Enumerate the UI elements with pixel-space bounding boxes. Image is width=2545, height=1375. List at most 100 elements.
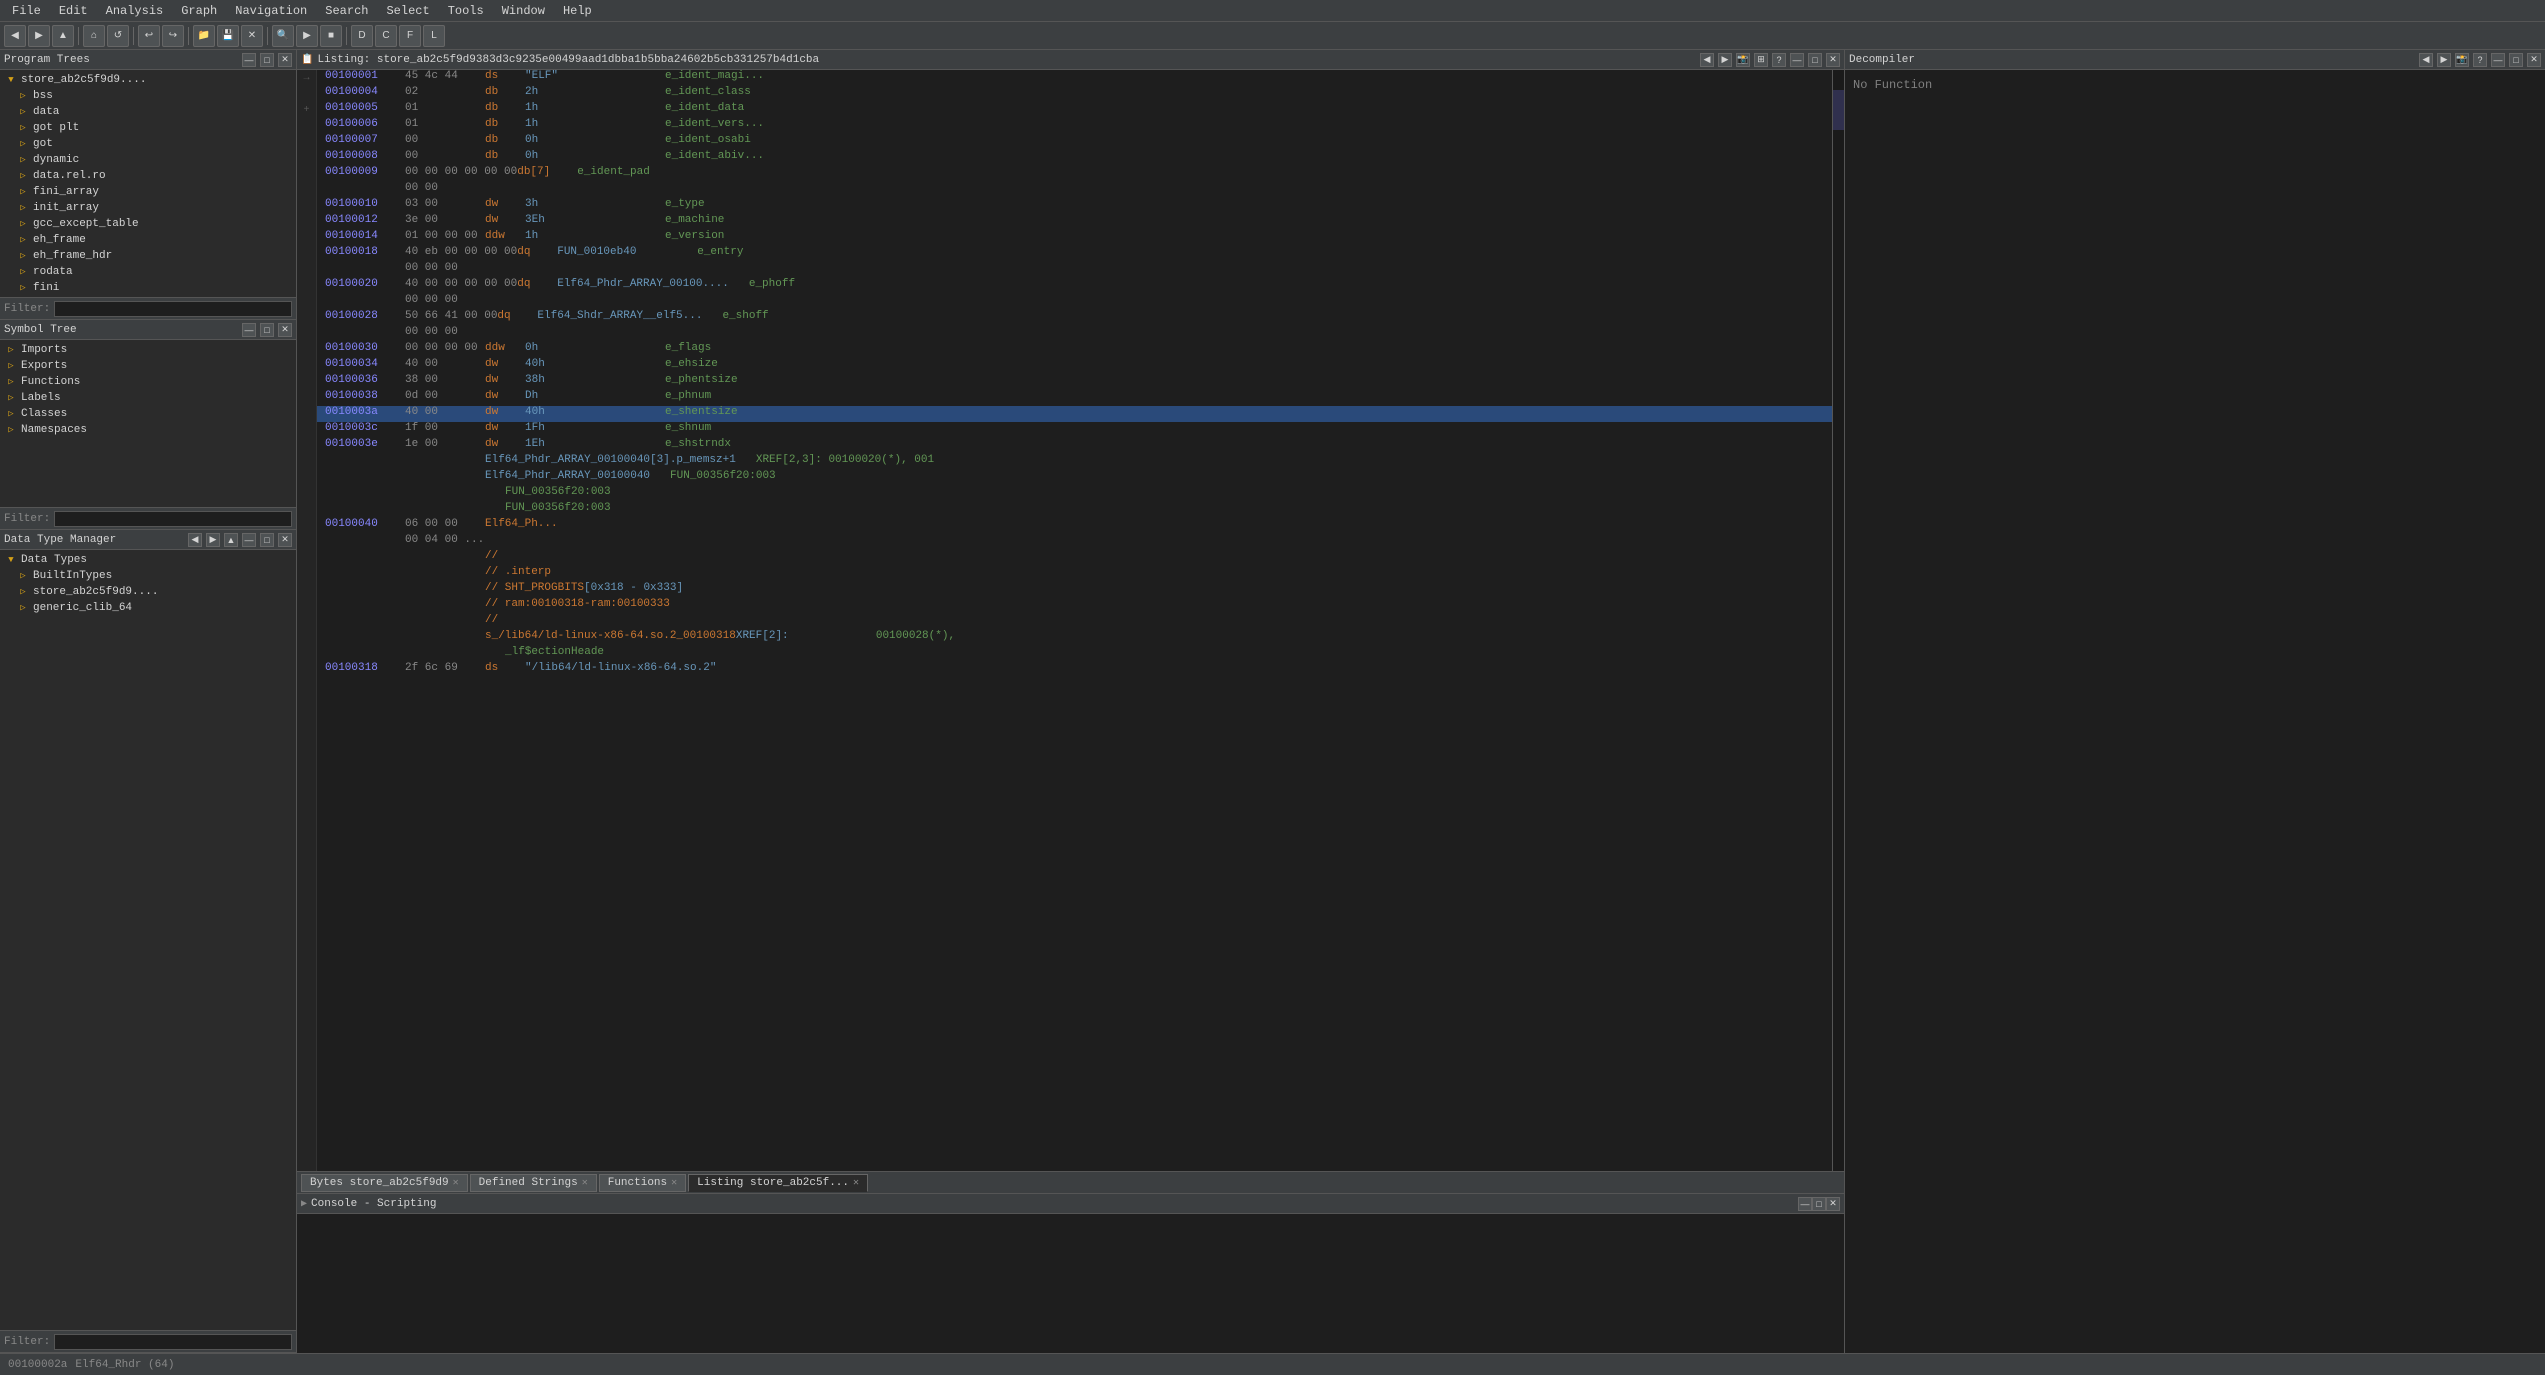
toolbar-forward[interactable]: ▶ [28,25,50,47]
decompiler-snapshot[interactable]: 📸 [2455,53,2469,67]
listing-help[interactable]: ? [1772,53,1786,67]
data-type-item[interactable]: ▼Data Types [0,552,296,568]
console-max[interactable]: □ [1812,1197,1826,1211]
program-trees-content[interactable]: ▼store_ab2c5f9d9....▷bss▷data▷got plt▷go… [0,70,296,297]
program-trees-filter-input[interactable] [54,301,292,317]
program-tree-item[interactable]: ▷got [0,136,296,152]
listing-nav-back[interactable]: ◀ [1700,53,1714,67]
menu-edit[interactable]: Edit [51,2,96,20]
decompiler-max[interactable]: □ [2509,53,2523,67]
tab-close-icon[interactable]: ✕ [582,1177,588,1189]
toolbar-close[interactable]: ✕ [241,25,263,47]
symbol-tree-max[interactable]: □ [260,323,274,337]
menu-file[interactable]: File [4,2,49,20]
listing-tab[interactable]: Defined Strings✕ [470,1174,597,1192]
symbol-tree-item[interactable]: ▷Labels [0,390,296,406]
symbol-tree-item[interactable]: ▷Imports [0,342,296,358]
console-close[interactable]: ✕ [1826,1197,1840,1211]
program-tree-item[interactable]: ▷rodata [0,264,296,280]
code-line[interactable]: 0010003000 00 00 00ddw 0he_flags [317,342,1832,358]
toolbar-save[interactable]: 💾 [217,25,239,47]
symbol-tree-item[interactable]: ▷Classes [0,406,296,422]
code-line[interactable]: // .interp [317,566,1832,582]
menu-analysis[interactable]: Analysis [98,2,172,20]
code-line[interactable]: 0010002040 00 00 00 00 00dq Elf64_Phdr_A… [317,278,1832,294]
code-line[interactable]: 00 00 00 [317,294,1832,310]
program-trees-min[interactable]: — [242,53,256,67]
program-tree-item[interactable]: ▷fini [0,280,296,296]
console-content[interactable] [297,1214,1844,1353]
code-line[interactable]: 00 00 00 [317,326,1832,342]
listing-tab[interactable]: Functions✕ [599,1174,686,1192]
code-line[interactable]: // [317,550,1832,566]
symbol-tree-filter-input[interactable] [54,511,292,527]
code-line[interactable]: 001000380d 00dw Dhe_phnum [317,390,1832,406]
code-line[interactable]: 00 00 [317,182,1832,198]
symbol-tree-item[interactable]: ▷Exports [0,358,296,374]
code-area[interactable]: 0010000145 4c 44ds "ELF"e_ident_magi...0… [317,70,1832,1171]
toolbar-open[interactable]: 📁 [193,25,215,47]
listing-close[interactable]: ✕ [1826,53,1840,67]
listing-snapshot[interactable]: 📸 [1736,53,1750,67]
code-line[interactable]: 0010003e1e 00dw 1Ehe_shstrndx [317,438,1832,454]
toolbar-redo[interactable]: ↪ [162,25,184,47]
code-line[interactable]: 0010003c1f 00dw 1Fhe_shnum [317,422,1832,438]
tab-close-icon[interactable]: ✕ [671,1177,677,1189]
code-line[interactable]: 00 04 00 ... [317,534,1832,550]
menu-select[interactable]: Select [378,2,437,20]
listing-nav-fwd[interactable]: ▶ [1718,53,1732,67]
toolbar-function[interactable]: F [399,25,421,47]
code-line[interactable]: Elf64_Phdr_ARRAY_00100040[3].p_memsz+1XR… [317,454,1832,470]
decompiler-nav-back[interactable]: ◀ [2419,53,2433,67]
symbol-tree-item[interactable]: ▷Namespaces [0,422,296,438]
program-tree-item[interactable]: ▷eh_frame_hdr [0,248,296,264]
code-line[interactable]: 0010000145 4c 44ds "ELF"e_ident_magi... [317,70,1832,86]
code-line[interactable]: 0010000402db 2he_ident_class [317,86,1832,102]
data-type-close[interactable]: ✕ [278,533,292,547]
code-line[interactable]: 0010003440 00dw 40he_ehsize [317,358,1832,374]
toolbar-decompile[interactable]: C [375,25,397,47]
code-line[interactable]: 0010001840 eb 00 00 00 00dq FUN_0010eb40… [317,246,1832,262]
program-tree-item[interactable]: ▷gcc_except_table [0,216,296,232]
menu-tools[interactable]: Tools [440,2,492,20]
code-line[interactable]: FUN_00356f20:003 [317,486,1832,502]
code-line[interactable]: 0010004006 00 00Elf64_Ph... [317,518,1832,534]
data-type-nav-fwd[interactable]: ▶ [206,533,220,547]
decompiler-min[interactable]: — [2491,53,2505,67]
data-type-nav-up[interactable]: ▲ [224,533,238,547]
program-tree-item[interactable]: ▼store_ab2c5f9d9.... [0,72,296,88]
program-tree-item[interactable]: ▷bss [0,88,296,104]
code-line[interactable]: 0010000800db 0he_ident_abiv... [317,150,1832,166]
decompiler-nav-fwd[interactable]: ▶ [2437,53,2451,67]
code-line[interactable]: 0010003a40 00dw 40he_shentsize [317,406,1832,422]
toolbar-up[interactable]: ▲ [52,25,74,47]
code-line[interactable]: 0010000501db 1he_ident_data [317,102,1832,118]
data-type-min[interactable]: — [242,533,256,547]
menu-window[interactable]: Window [494,2,553,20]
program-trees-close[interactable]: ✕ [278,53,292,67]
code-line[interactable]: s_/lib64/ld-linux-x86-64.so.2_00100318 X… [317,630,1832,646]
tab-close-icon[interactable]: ✕ [453,1177,459,1189]
program-trees-max[interactable]: □ [260,53,274,67]
toolbar-home[interactable]: ⌂ [83,25,105,47]
toolbar-run[interactable]: ▶ [296,25,318,47]
program-tree-item[interactable]: ▷init_array [0,200,296,216]
data-type-nav-back[interactable]: ◀ [188,533,202,547]
code-line[interactable]: 001003182f 6c 69ds "/lib64/ld-linux-x86-… [317,662,1832,678]
code-line[interactable]: 0010000700db 0he_ident_osabi [317,134,1832,150]
code-line[interactable]: 0010003638 00dw 38he_phentsize [317,374,1832,390]
symbol-tree-item[interactable]: ▷Functions [0,374,296,390]
console-min[interactable]: — [1798,1197,1812,1211]
data-type-content[interactable]: ▼Data Types▷BuiltInTypes▷store_ab2c5f9d9… [0,550,296,1330]
program-tree-item[interactable]: ▷fini_array [0,184,296,200]
code-line[interactable]: _lf$ectionHeade [317,646,1832,662]
code-line[interactable]: 0010000900 00 00 00 00 00db[7] e_ident_p… [317,166,1832,182]
toolbar-refresh[interactable]: ↺ [107,25,129,47]
data-type-item[interactable]: ▷store_ab2c5f9d9.... [0,584,296,600]
toolbar-disassemble[interactable]: D [351,25,373,47]
symbol-tree-close[interactable]: ✕ [278,323,292,337]
data-type-item[interactable]: ▷generic_clib_64 [0,600,296,616]
menu-navigation[interactable]: Navigation [227,2,315,20]
symbol-tree-content[interactable]: ▷Imports▷Exports▷Functions▷Labels▷Classe… [0,340,296,507]
listing-tab[interactable]: Listing store_ab2c5f...✕ [688,1174,868,1192]
